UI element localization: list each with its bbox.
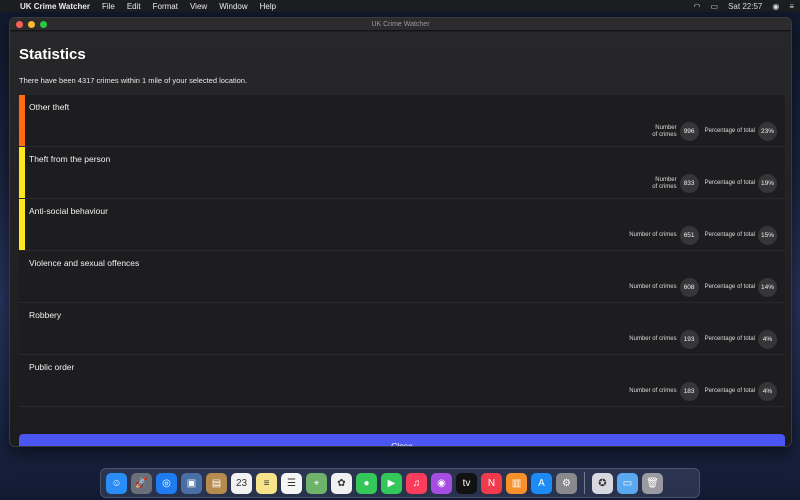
statistics-panel: Statistics There have been 4317 crimes w… [10,32,791,446]
app-window: UK Crime Watcher Statistics There have b… [9,17,792,447]
trash-icon[interactable]: 🗑 [642,472,663,494]
contacts-icon[interactable]: ▤ [206,472,227,494]
percentage-label: Percentage of total [704,232,755,239]
facetime-icon[interactable]: ▶ [381,472,402,494]
close-button[interactable]: Close [19,434,785,446]
crime-row[interactable]: Other theft Number of crimes 996 Percentage… [19,95,785,147]
music-icon[interactable]: ♫ [406,472,427,494]
number-of-crimes-label: Number of crimes [629,284,677,291]
crime-category-name: Theft from the person [29,154,111,164]
crime-category-name: Robbery [29,310,62,320]
percentage-badge: 23% [758,122,777,141]
crime-metrics: Number of crimes 996 Percentage of total 23… [651,122,777,141]
folder-icon[interactable]: ▭ [617,472,638,494]
number-of-crimes-label: Number of crimes [652,125,677,138]
page-title: Statistics [19,46,86,63]
menu-window[interactable]: Window [219,2,247,11]
crime-count-badge: 193 [679,330,699,349]
title-bar[interactable]: UK Crime Watcher [10,18,791,31]
percentage-label: Percentage of total [704,336,755,343]
calendar-icon[interactable]: 23 [231,472,252,494]
reminders-icon[interactable]: ☰ [281,472,302,494]
dock-separator [584,472,585,494]
crime-metrics: Number of crimes 608 Percentage of total 14… [629,278,777,297]
crime-count-badge: 608 [679,278,699,297]
system-preferences-icon[interactable]: ⚙ [556,472,577,494]
crime-category-list[interactable]: Other theft Number of crimes 996 Percentage… [19,95,785,417]
percentage-label: Percentage of total [704,284,755,291]
crime-row[interactable]: Theft from the person Number of crimes 833… [19,147,785,199]
menu-bar: UK Crime Watcher File Edit Format View W… [0,0,800,12]
menu-help[interactable]: Help [260,2,276,11]
menu-file[interactable]: File [102,2,115,11]
crime-metrics: Number of crimes 193 Percentage of total 4% [629,330,777,349]
crime-row[interactable]: Violence and sexual offences Number of cr… [19,251,785,303]
news-icon[interactable]: N [481,472,502,494]
crime-count-badge: 651 [679,226,699,245]
notes-icon[interactable]: ≡ [256,472,277,494]
percentage-badge: 4% [758,382,777,401]
crime-metrics: Number of crimes 833 Percentage of total 19… [651,174,777,193]
crime-row[interactable]: Public order Number of crimes 183 Percentag… [19,355,785,407]
menu-format[interactable]: Format [153,2,178,11]
app-store-icon[interactable]: A [531,472,552,494]
number-of-crimes-label: Number of crimes [652,177,677,190]
percentage-badge: 14% [758,278,777,297]
crime-category-name: Violence and sexual offences [29,258,140,268]
crime-count-badge: 996 [679,122,699,141]
wifi-icon[interactable]: ◠ [694,2,701,11]
percentage-label: Percentage of total [704,180,755,187]
podcasts-icon[interactable]: ◉ [431,472,452,494]
severity-bar [19,95,25,146]
launchpad-icon[interactable]: 🚀 [131,472,152,494]
crime-row[interactable]: Robbery Number of crimes 193 Percentage of … [19,303,785,355]
maps-icon[interactable]: ⌖ [306,472,327,494]
menu-extras: ◠ ▭ Sat 22:57 ◉ ≡ [694,2,794,11]
tv-icon[interactable]: tv [456,472,477,494]
control-center-icon[interactable]: ≡ [789,2,794,11]
messages-icon[interactable]: ● [356,472,377,494]
crime-count-badge: 183 [679,382,699,401]
number-of-crimes-label: Number of crimes [629,336,677,343]
siri-icon[interactable]: ◉ [772,2,779,11]
number-of-crimes-label: Number of crimes [629,388,677,395]
crime-category-name: Public order [29,362,75,372]
clock[interactable]: Sat 22:57 [728,2,762,11]
percentage-badge: 15% [758,226,777,245]
photos-icon[interactable]: ✿ [331,472,352,494]
percentage-label: Percentage of total [704,388,755,395]
percentage-label: Percentage of total [704,128,755,135]
menu-edit[interactable]: Edit [127,2,141,11]
dock: ☺ 🚀 ◎ ▣ ▤ 23 ≡ ☰ ⌖ ✿ ● ▶ ♫ ◉ tv N ▥ A ⚙ ✪ ▭ 🗑 [100,468,700,498]
percentage-badge: 19% [758,174,777,193]
crime-category-name: Anti-social behaviour [29,206,108,216]
crime-watcher-app-icon[interactable]: ✪ [592,472,613,494]
battery-icon[interactable]: ▭ [711,2,719,11]
crime-count-badge: 833 [679,174,699,193]
crime-category-name: Other theft [29,102,70,112]
safari-icon[interactable]: ◎ [156,472,177,494]
severity-bar [19,147,25,198]
crime-metrics: Number of crimes 651 Percentage of total 15… [629,226,777,245]
number-of-crimes-label: Number of crimes [629,232,677,239]
percentage-badge: 4% [758,330,777,349]
window-title: UK Crime Watcher [371,20,430,28]
photo-preview-icon[interactable]: ▣ [181,472,202,494]
severity-bar [19,199,25,250]
crime-row[interactable]: Anti-social behaviour Number of crimes 651… [19,199,785,251]
books-icon[interactable]: ▥ [506,472,527,494]
crime-metrics: Number of crimes 183 Percentage of total 4% [629,382,777,401]
menu-app-name[interactable]: UK Crime Watcher [20,2,90,11]
menu-view[interactable]: View [190,2,207,11]
finder-icon[interactable]: ☺ [106,472,127,494]
crime-summary: There have been 4317 crimes within 1 mil… [19,76,248,85]
